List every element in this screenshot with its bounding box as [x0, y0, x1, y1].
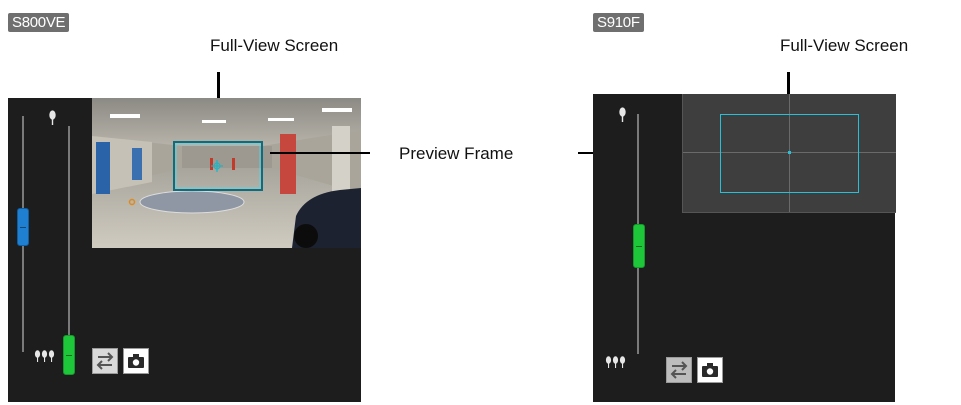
preview-frame-label: Preview Frame: [399, 144, 514, 163]
full-view-leader-right: [787, 72, 790, 96]
single-tree-icon: [49, 110, 56, 125]
swap-arrows-icon: [670, 361, 688, 379]
full-view-image[interactable]: [92, 98, 361, 248]
focus-slider-thumb[interactable]: [633, 224, 645, 268]
center-marker: [788, 151, 791, 154]
camera-panel-left: [8, 98, 361, 402]
full-view-label-right: Full-View Screen: [780, 36, 909, 55]
focus-slider-track[interactable]: [68, 126, 70, 348]
swap-button[interactable]: [92, 348, 118, 374]
swap-button[interactable]: [666, 357, 692, 383]
focus-slider-thumb[interactable]: [63, 335, 75, 375]
three-trees-icon: [34, 350, 55, 362]
zoom-slider-thumb[interactable]: [17, 208, 29, 246]
swap-arrows-icon: [96, 352, 114, 370]
single-tree-icon: [619, 107, 626, 122]
model-label-s910f: S910F: [593, 13, 644, 32]
snapshot-button[interactable]: [123, 348, 149, 374]
snapshot-button[interactable]: [697, 357, 723, 383]
camera-panel-right: [593, 94, 896, 402]
full-view-leader-left: [217, 72, 220, 100]
camera-icon: [128, 354, 144, 368]
three-trees-icon: [605, 356, 626, 368]
preview-frame-leader-left: [270, 152, 370, 154]
model-label-s800ve: S800VE: [8, 13, 70, 32]
camera-icon: [702, 363, 718, 377]
full-view-label-left: Full-View Screen: [210, 36, 339, 55]
full-view-area[interactable]: [682, 94, 896, 213]
